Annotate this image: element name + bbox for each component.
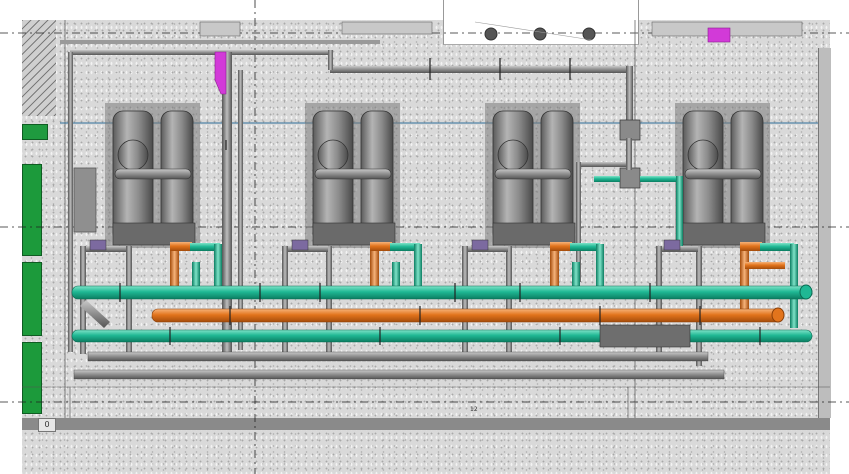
mechanical-room-drawing: 0 12 bbox=[0, 0, 849, 474]
grey-header bbox=[73, 369, 725, 380]
chilled-water-supply-header bbox=[71, 285, 811, 300]
floor-joints bbox=[22, 386, 830, 418]
riser-pipes bbox=[576, 138, 683, 282]
exhaust-fans bbox=[474, 21, 596, 41]
fan bbox=[533, 27, 547, 41]
side-unit bbox=[73, 167, 97, 233]
chiller-unit bbox=[485, 103, 580, 248]
chilled-water-return-header bbox=[71, 329, 813, 343]
fan bbox=[484, 27, 498, 41]
magenta-accent bbox=[707, 27, 731, 43]
magenta-duct bbox=[214, 51, 227, 95]
pipe-flanges bbox=[119, 58, 761, 345]
chiller-unit bbox=[305, 103, 400, 248]
chiller-unit bbox=[105, 103, 200, 248]
chiller-unit bbox=[675, 103, 770, 248]
chiller-connections bbox=[80, 242, 798, 366]
pump-skid bbox=[599, 324, 691, 348]
chiller-units bbox=[105, 103, 770, 248]
annotation-mark: 12 bbox=[470, 406, 478, 413]
fan bbox=[582, 27, 596, 41]
condenser-water-header bbox=[151, 308, 783, 323]
grey-header bbox=[87, 351, 709, 362]
equipment-layer bbox=[0, 0, 849, 474]
